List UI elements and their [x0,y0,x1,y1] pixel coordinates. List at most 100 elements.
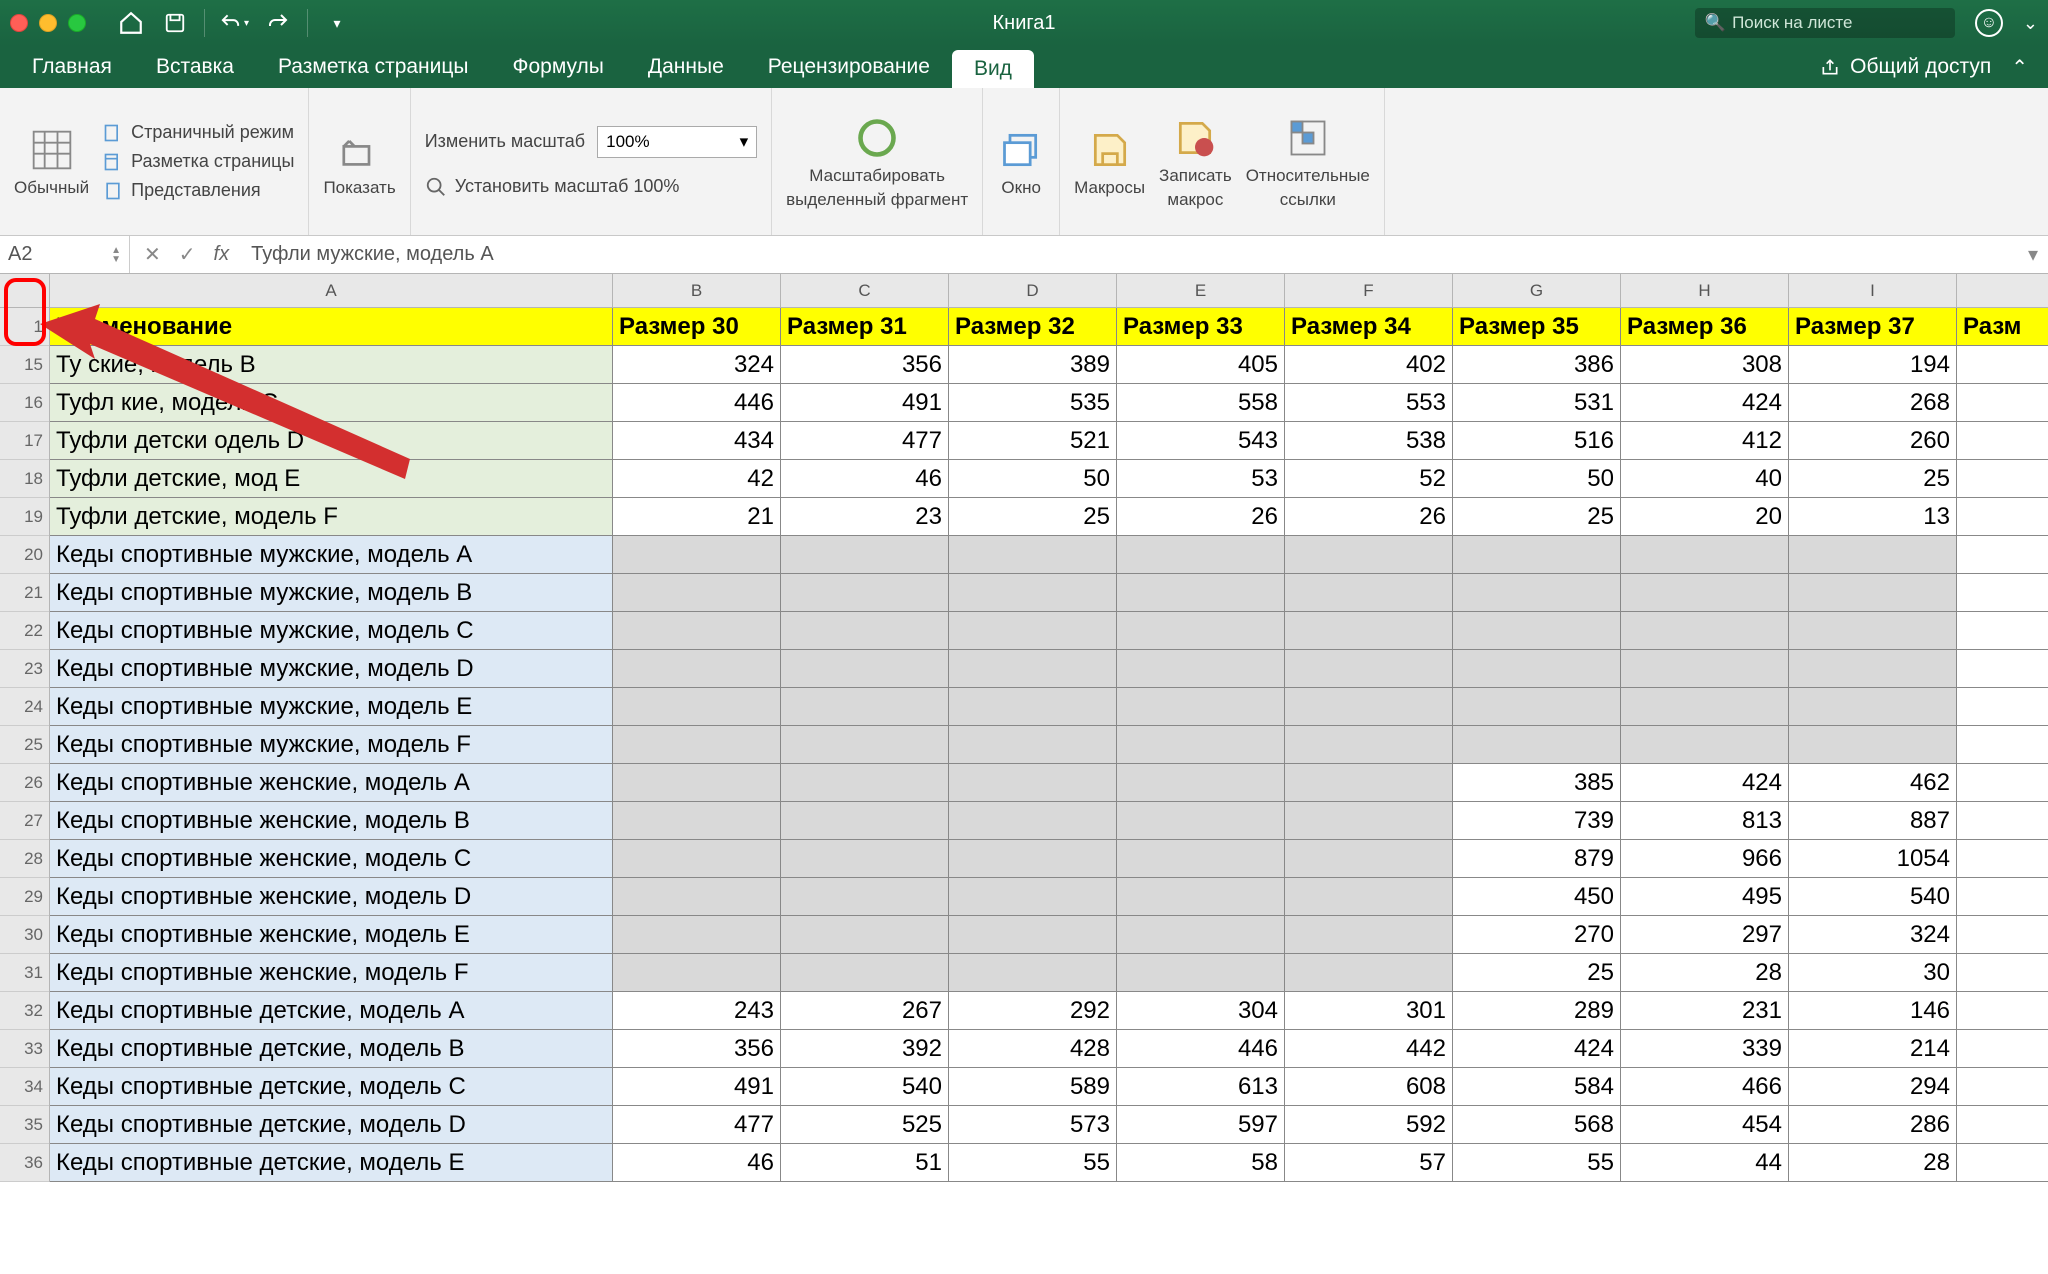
data-cell[interactable]: 597 [1117,1106,1285,1144]
data-cell[interactable] [1453,612,1621,650]
data-cell[interactable] [613,954,781,992]
data-cell[interactable] [949,536,1117,574]
data-cell[interactable] [1957,612,2048,650]
data-cell[interactable]: 739 [1453,802,1621,840]
tab-page-layout[interactable]: Разметка страницы [256,46,491,88]
data-cell[interactable] [1285,764,1453,802]
header-cell[interactable]: Размер 30 [613,308,781,346]
data-cell[interactable] [1117,536,1285,574]
custom-views-button[interactable]: Представления [103,180,294,201]
data-cell[interactable] [1621,688,1789,726]
row-header[interactable]: 20 [0,536,49,574]
column-header[interactable]: G [1453,274,1621,307]
data-cell[interactable]: 53 [1117,460,1285,498]
record-macro-button[interactable]: Записать макрос [1159,114,1232,210]
data-cell[interactable]: 477 [781,422,949,460]
name-cell[interactable]: Кеды спортивные мужские, модель A [50,536,613,574]
data-cell[interactable] [949,878,1117,916]
header-cell[interactable]: Разм [1957,308,2048,346]
name-box-stepper[interactable]: ▲▼ [111,246,121,264]
data-cell[interactable]: 491 [613,1068,781,1106]
row-header[interactable]: 26 [0,764,49,802]
close-window-button[interactable] [10,14,28,32]
data-cell[interactable]: 428 [949,1030,1117,1068]
data-cell[interactable]: 52 [1285,460,1453,498]
tab-data[interactable]: Данные [626,46,746,88]
header-cell[interactable]: Размер 32 [949,308,1117,346]
header-cell[interactable]: Размер 36 [1621,308,1789,346]
name-cell[interactable]: Кеды спортивные женские, модель E [50,916,613,954]
data-cell[interactable]: 25 [1453,498,1621,536]
data-cell[interactable] [1117,650,1285,688]
data-cell[interactable] [1117,954,1285,992]
data-cell[interactable] [1117,802,1285,840]
data-cell[interactable]: 442 [1285,1030,1453,1068]
data-cell[interactable] [613,726,781,764]
data-cell[interactable]: 46 [613,1144,781,1182]
qat-customize-icon[interactable]: ▾ [322,8,352,38]
data-cell[interactable] [1285,688,1453,726]
name-cell[interactable]: Кеды спортивные мужские, модель D [50,650,613,688]
data-cell[interactable] [1285,650,1453,688]
data-cell[interactable] [1789,536,1957,574]
name-cell[interactable]: Ту ские, модель B [50,346,613,384]
collapse-ribbon-icon[interactable]: ⌃ [2011,55,2028,80]
cancel-formula-icon[interactable]: ✕ [144,242,161,267]
data-cell[interactable]: 553 [1285,384,1453,422]
name-cell[interactable]: Кеды спортивные детские, модель C [50,1068,613,1106]
row-header[interactable]: 28 [0,840,49,878]
search-input[interactable]: 🔍 Поиск на листе [1695,8,1955,38]
data-cell[interactable]: 28 [1621,954,1789,992]
data-cell[interactable]: 26 [1117,498,1285,536]
data-cell[interactable]: 30 [1789,954,1957,992]
row-header[interactable]: 36 [0,1144,49,1182]
data-cell[interactable]: 324 [1789,916,1957,954]
name-box[interactable]: A2 ▲▼ [0,236,130,273]
data-cell[interactable] [1117,726,1285,764]
data-cell[interactable] [613,840,781,878]
name-cell[interactable]: Кеды спортивные мужские, модель C [50,612,613,650]
spreadsheet-grid[interactable]: A B C D E F G H I 1151617181920212223242… [0,274,2048,1274]
data-cell[interactable]: 424 [1621,764,1789,802]
data-cell[interactable] [949,840,1117,878]
data-cell[interactable]: 26 [1285,498,1453,536]
data-cell[interactable] [1621,650,1789,688]
data-cell[interactable]: 267 [781,992,949,1030]
data-cell[interactable] [949,726,1117,764]
data-cell[interactable]: 356 [781,346,949,384]
data-cell[interactable] [1957,802,2048,840]
redo-icon[interactable] [263,8,293,38]
data-cell[interactable] [781,878,949,916]
header-cell[interactable]: Размер 37 [1789,308,1957,346]
data-cell[interactable]: 813 [1621,802,1789,840]
name-cell[interactable]: Кеды спортивные детские, модель B [50,1030,613,1068]
data-cell[interactable]: 462 [1789,764,1957,802]
data-cell[interactable]: 516 [1453,422,1621,460]
header-cell[interactable]: Наименование [50,308,613,346]
data-cell[interactable] [1957,764,2048,802]
data-cell[interactable] [1621,612,1789,650]
data-cell[interactable]: 538 [1285,422,1453,460]
name-cell[interactable]: Туфл кие, модель C [50,384,613,422]
data-cell[interactable]: 304 [1117,992,1285,1030]
data-cell[interactable]: 25 [949,498,1117,536]
data-cell[interactable] [1117,878,1285,916]
name-cell[interactable]: Туфли детски одель D [50,422,613,460]
data-cell[interactable]: 385 [1453,764,1621,802]
data-cell[interactable]: 268 [1789,384,1957,422]
data-cell[interactable]: 477 [613,1106,781,1144]
data-cell[interactable]: 260 [1789,422,1957,460]
data-cell[interactable]: 573 [949,1106,1117,1144]
column-header[interactable]: E [1117,274,1285,307]
header-cell[interactable]: Размер 33 [1117,308,1285,346]
data-cell[interactable] [1285,574,1453,612]
data-cell[interactable] [1285,916,1453,954]
name-cell[interactable]: Кеды спортивные женские, модель B [50,802,613,840]
row-header[interactable]: 25 [0,726,49,764]
data-cell[interactable]: 521 [949,422,1117,460]
data-cell[interactable] [613,650,781,688]
row-header[interactable]: 19 [0,498,49,536]
name-cell[interactable]: Туфли детские, модель F [50,498,613,536]
row-header[interactable]: 30 [0,916,49,954]
data-cell[interactable]: 270 [1453,916,1621,954]
